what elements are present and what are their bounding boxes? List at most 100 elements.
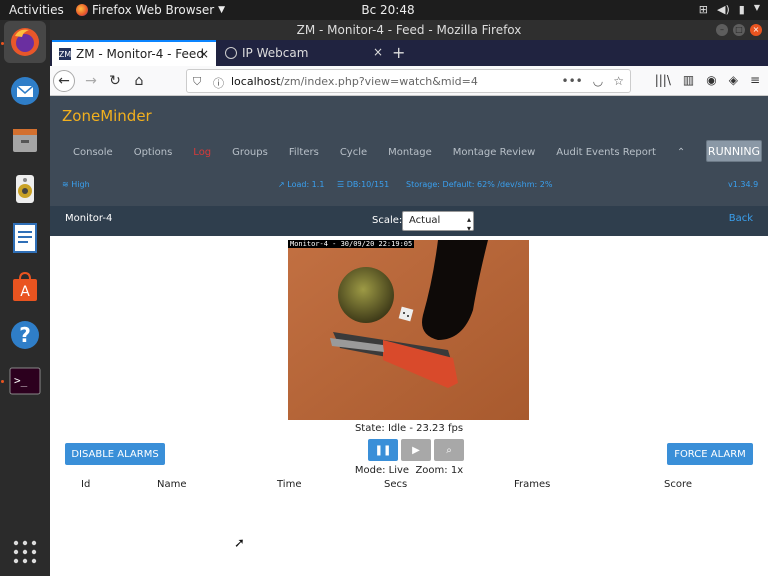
bookmark-star-icon[interactable]: ☆ [613, 74, 624, 88]
help-icon: ? [11, 321, 39, 349]
back-button[interactable]: ← [53, 70, 75, 92]
close-button[interactable]: × [750, 24, 762, 36]
db-status: ☰ DB:10/151 [337, 180, 389, 189]
help-launcher[interactable]: ? [4, 314, 46, 356]
svg-text:>_: >_ [14, 374, 28, 387]
tab-bar: ZM ZM - Monitor-4 - Feed × IP Webcam × + [50, 40, 768, 66]
column-score[interactable]: Score [664, 479, 692, 490]
page-actions-icon[interactable]: ••• [562, 74, 583, 88]
menu-icon[interactable]: ≡ [750, 73, 760, 87]
show-applications[interactable] [4, 531, 46, 573]
speaker-icon [16, 175, 34, 203]
navigation-toolbar: ← → ↻ ⌂ ⛉ ⓘ localhost/zm/index.php?view=… [50, 66, 768, 96]
activities-button[interactable]: Activities [9, 3, 64, 17]
play-icon: ▶ [412, 444, 420, 456]
trend-icon: ↗ [278, 180, 285, 189]
nav-console[interactable]: Console [73, 147, 113, 158]
shield-icon[interactable]: ⛉ [193, 75, 201, 89]
nav-groups[interactable]: Groups [232, 147, 268, 158]
tab-zm-monitor[interactable]: ZM ZM - Monitor-4 - Feed × [52, 40, 216, 66]
chevron-down-icon: ▴ ▾ [466, 215, 471, 233]
zm-logo[interactable]: ZoneMinder [62, 107, 152, 125]
nav-log[interactable]: Log [193, 147, 211, 158]
load-label: Load: 1.1 [287, 180, 325, 189]
terminal-launcher[interactable]: >_ [4, 360, 46, 402]
terminal-icon: >_ [9, 367, 41, 395]
scale-value: Actual [409, 215, 441, 226]
bandwidth-label: High [71, 180, 90, 189]
scale-select[interactable]: Actual ▴ ▾ [402, 211, 474, 233]
run-state-button[interactable]: RUNNING [706, 140, 762, 162]
tab-label: IP Webcam [242, 46, 309, 60]
shield-icon[interactable]: ◈ [729, 73, 738, 87]
column-id[interactable]: Id [81, 479, 90, 490]
files-launcher[interactable] [4, 119, 46, 161]
nav-audit-events-report[interactable]: Audit Events Report [556, 147, 656, 158]
home-button[interactable]: ⌂ [128, 70, 150, 92]
tab-ip-webcam[interactable]: IP Webcam × [218, 40, 390, 66]
system-tray[interactable]: ⊞ ◀) ▮ ▼ [699, 3, 760, 16]
bandwidth-status[interactable]: ≋ High [62, 180, 90, 189]
rhythmbox-launcher[interactable] [4, 168, 46, 210]
timestamp-overlay: Monitor-4 - 30/09/20 22:19:05 [288, 240, 415, 248]
column-name[interactable]: Name [157, 479, 187, 490]
software-launcher[interactable]: A [4, 266, 46, 308]
forward-button[interactable]: → [80, 70, 102, 92]
close-tab-icon[interactable]: × [373, 45, 383, 59]
url-host: localhost [231, 75, 281, 88]
back-link[interactable]: Back [729, 213, 753, 224]
column-time[interactable]: Time [277, 479, 301, 490]
new-tab-button[interactable]: + [392, 43, 405, 62]
app-menu-label: Firefox Web Browser [92, 3, 215, 17]
url-bar[interactable]: ⛉ ⓘ localhost/zm/index.php?view=watch&mi… [186, 69, 631, 93]
wifi-icon: ≋ [62, 180, 69, 189]
maximize-button[interactable]: □ [733, 24, 745, 36]
nav-montage-review[interactable]: Montage Review [453, 147, 536, 158]
mode-zoom-text: Mode: Live Zoom: 1x [50, 465, 768, 476]
globe-icon [225, 47, 237, 59]
firefox-icon [11, 28, 39, 56]
thunderbird-launcher[interactable] [4, 70, 46, 112]
camera-feed[interactable]: Monitor-4 - 30/09/20 22:19:05 [288, 240, 529, 420]
chevron-up-icon[interactable]: ⌃ [677, 147, 685, 158]
pocket-icon[interactable]: ◡ [593, 74, 603, 88]
force-alarm-button[interactable]: FORCE ALARM [667, 443, 753, 465]
dock: A ? >_ [0, 20, 50, 576]
svg-text:A: A [20, 284, 30, 300]
reload-button[interactable]: ↻ [104, 70, 126, 92]
writer-launcher[interactable] [4, 217, 46, 259]
app-menu[interactable]: Firefox Web Browser ▼ [76, 3, 225, 17]
nav-montage[interactable]: Montage [388, 147, 432, 158]
nav-cycle[interactable]: Cycle [340, 147, 367, 158]
nav-options[interactable]: Options [134, 147, 173, 158]
watch-content: Monitor-4 - 30/09/20 22:19:05 DISABLE AL… [50, 236, 768, 576]
info-icon[interactable]: ⓘ [213, 75, 224, 91]
nav-filters[interactable]: Filters [289, 147, 319, 158]
url-text: localhost/zm/index.php?view=watch&mid=4 [231, 75, 478, 88]
firefox-launcher[interactable] [4, 21, 46, 63]
state-text: State: Idle - 23.23 fps [354, 423, 464, 434]
firefox-icon [76, 4, 88, 16]
monitor-bar: Monitor-4 Scale: Actual ▴ ▾ Back [50, 206, 768, 236]
grid-icon [13, 540, 37, 564]
library-icon[interactable]: |||\ [655, 73, 671, 87]
play-button[interactable]: ▶ [401, 439, 431, 461]
window-title: ZM - Monitor-4 - Feed - Mozilla Firefox [296, 23, 522, 37]
close-tab-icon[interactable]: × [199, 47, 209, 61]
disable-alarms-button[interactable]: DISABLE ALARMS [65, 443, 165, 465]
zm-header: ZoneMinder Console Options Log Groups Fi… [50, 96, 768, 206]
window-titlebar[interactable]: ZM - Monitor-4 - Feed - Mozilla Firefox … [50, 20, 768, 40]
column-frames[interactable]: Frames [514, 479, 550, 490]
column-secs[interactable]: Secs [384, 479, 407, 490]
pause-button[interactable]: ❚❚ [368, 439, 398, 461]
zoom-button[interactable]: ⌕ [434, 439, 464, 461]
minimize-button[interactable]: – [716, 24, 728, 36]
camera-image [288, 240, 529, 420]
zm-favicon-icon: ZM [58, 48, 72, 60]
clock[interactable]: Вс 20:48 [358, 3, 418, 17]
sidebar-icon[interactable]: ▥ [683, 73, 694, 87]
account-icon[interactable]: ◉ [706, 73, 716, 87]
zm-nav: Console Options Log Groups Filters Cycle… [73, 147, 706, 158]
scale-label: Scale: [372, 215, 403, 226]
version-label[interactable]: v1.34.9 [728, 180, 758, 189]
